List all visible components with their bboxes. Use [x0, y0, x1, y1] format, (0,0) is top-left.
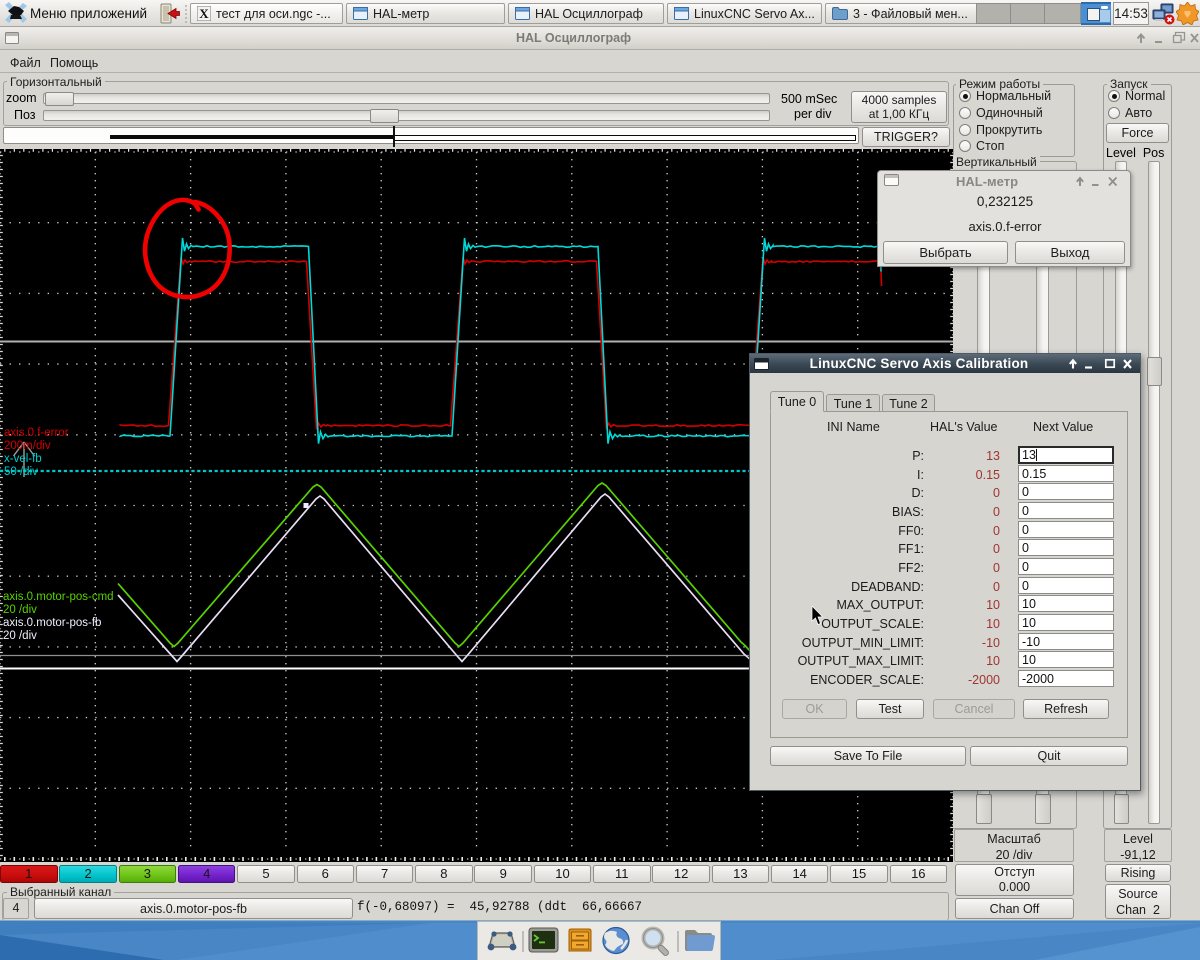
svg-text:axis.0.motor-pos-fb: axis.0.motor-pos-fb [3, 617, 101, 629]
svg-text:20 /div: 20 /div [3, 604, 37, 616]
svg-text:axis.0.f-error: axis.0.f-error [4, 427, 69, 439]
svg-text:x-vel-fb: x-vel-fb [4, 453, 42, 465]
svg-text:20 /div: 20 /div [3, 630, 37, 642]
svg-text:axis.0.motor-pos-cmd: axis.0.motor-pos-cmd [3, 591, 114, 603]
svg-text:X: X [199, 6, 209, 21]
svg-text:50 /div: 50 /div [4, 466, 38, 478]
svg-text:200m/div: 200m/div [4, 440, 51, 452]
